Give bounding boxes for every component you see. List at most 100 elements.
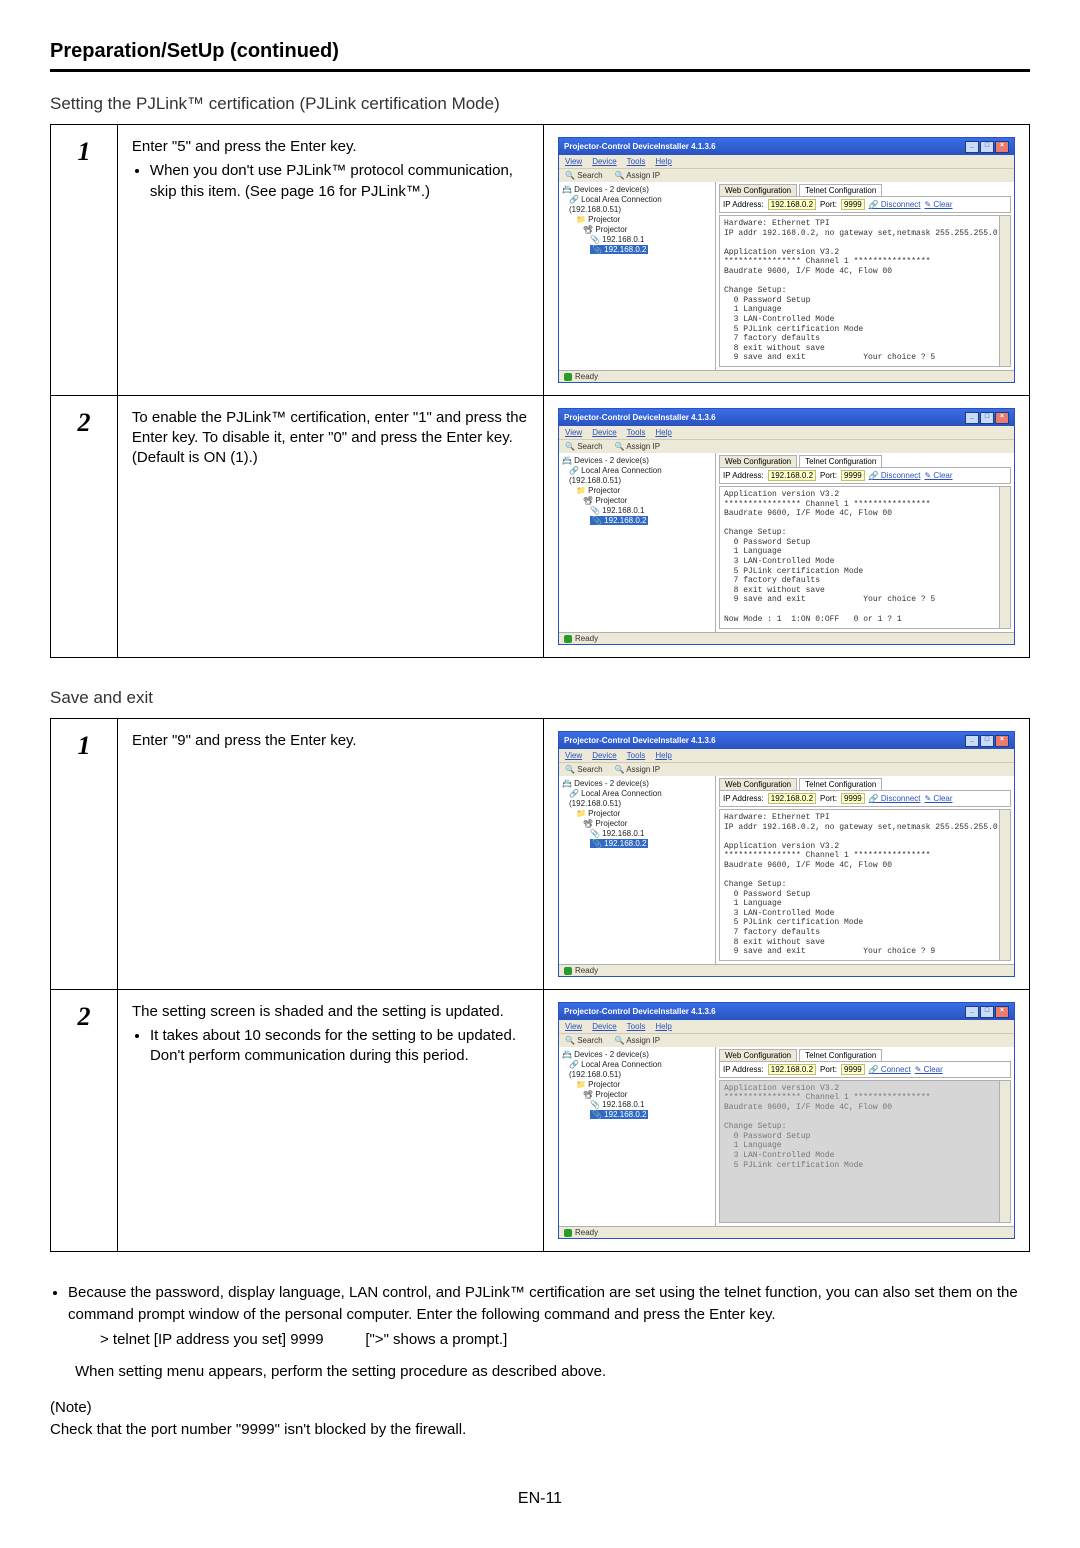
- menu-item[interactable]: Tools: [627, 1022, 646, 1031]
- menu-item[interactable]: Device: [592, 1022, 616, 1031]
- tree-ip2[interactable]: 📎 192.168.0.2: [590, 245, 712, 255]
- ip-field[interactable]: 192.168.0.2: [768, 199, 816, 210]
- close-icon[interactable]: ×: [995, 412, 1009, 424]
- connect-link[interactable]: 🔗 Connect: [869, 1065, 911, 1074]
- toolbar-search[interactable]: Search: [565, 765, 603, 774]
- device-tree[interactable]: 📇 Devices - 2 device(s) 🔗 Local Area Con…: [559, 776, 716, 964]
- port-field[interactable]: 9999: [841, 1064, 865, 1075]
- maximize-icon[interactable]: □: [980, 1006, 994, 1018]
- close-icon[interactable]: ×: [995, 1006, 1009, 1018]
- connect-link[interactable]: 🔗 Disconnect: [869, 471, 921, 480]
- tree-ip2[interactable]: 📎 192.168.0.2: [590, 516, 712, 526]
- menu-item[interactable]: Device: [592, 157, 616, 166]
- tree-node[interactable]: 📽 Projector: [583, 225, 712, 235]
- ip-field[interactable]: 192.168.0.2: [768, 470, 816, 481]
- connect-link[interactable]: 🔗 Disconnect: [869, 794, 921, 803]
- tree-ip1[interactable]: 📎 192.168.0.1: [590, 506, 712, 516]
- tree-folder[interactable]: 📁 Projector: [576, 215, 712, 225]
- clear-link[interactable]: ✎ Clear: [925, 200, 953, 209]
- device-tree[interactable]: 📇 Devices - 2 device(s) 🔗 Local Area Con…: [559, 1047, 716, 1226]
- tree-root[interactable]: 📇 Devices - 2 device(s): [562, 456, 712, 466]
- toolbar-assign-ip[interactable]: Assign IP: [615, 442, 661, 451]
- tree-node[interactable]: 📽 Projector: [583, 1090, 712, 1100]
- toolbar-assign-ip[interactable]: Assign IP: [615, 171, 661, 180]
- ip-field[interactable]: 192.168.0.2: [768, 1064, 816, 1075]
- maximize-icon[interactable]: □: [980, 141, 994, 153]
- tree-conn[interactable]: 🔗 Local Area Connection (192.168.0.51): [569, 195, 712, 215]
- tab-telnet[interactable]: Telnet Configuration: [799, 778, 882, 790]
- tab-web[interactable]: Web Configuration: [719, 455, 797, 467]
- minimize-icon[interactable]: _: [965, 735, 979, 747]
- tree-ip2[interactable]: 📎 192.168.0.2: [590, 1110, 712, 1120]
- toolbar-search[interactable]: Search: [565, 1036, 603, 1045]
- tree-node[interactable]: 📽 Projector: [583, 496, 712, 506]
- device-tree[interactable]: 📇 Devices - 2 device(s) 🔗 Local Area Con…: [559, 453, 716, 632]
- menu-item[interactable]: Help: [655, 751, 671, 760]
- tab-telnet[interactable]: Telnet Configuration: [799, 1049, 882, 1061]
- menu-item[interactable]: Help: [655, 1022, 671, 1031]
- ip-label: IP Address:: [723, 471, 764, 480]
- tree-folder[interactable]: 📁 Projector: [576, 486, 712, 496]
- tree-conn[interactable]: 🔗 Local Area Connection (192.168.0.51): [569, 789, 712, 809]
- port-field[interactable]: 9999: [841, 793, 865, 804]
- tab-web[interactable]: Web Configuration: [719, 778, 797, 790]
- tree-conn[interactable]: 🔗 Local Area Connection (192.168.0.51): [569, 1060, 712, 1080]
- minimize-icon[interactable]: _: [965, 412, 979, 424]
- menu-item[interactable]: Tools: [627, 751, 646, 760]
- telnet-command: > telnet [IP address you set] 9999: [100, 1331, 324, 1348]
- tab-web[interactable]: Web Configuration: [719, 184, 797, 196]
- minimize-icon[interactable]: _: [965, 1006, 979, 1018]
- tree-ip1[interactable]: 📎 192.168.0.1: [590, 1100, 712, 1110]
- scrollbar[interactable]: [999, 810, 1010, 960]
- tree-root[interactable]: 📇 Devices - 2 device(s): [562, 1050, 712, 1060]
- maximize-icon[interactable]: □: [980, 735, 994, 747]
- clear-link[interactable]: ✎ Clear: [925, 794, 953, 803]
- device-tree[interactable]: 📇 Devices - 2 device(s) 🔗 Local Area Con…: [559, 182, 716, 370]
- app-window: Projector-Control DeviceInstaller 4.1.3.…: [558, 408, 1015, 645]
- ip-field[interactable]: 192.168.0.2: [768, 793, 816, 804]
- close-icon[interactable]: ×: [995, 735, 1009, 747]
- tree-root[interactable]: 📇 Devices - 2 device(s): [562, 185, 712, 195]
- tree-ip2[interactable]: 📎 192.168.0.2: [590, 839, 712, 849]
- toolbar-search[interactable]: Search: [565, 171, 603, 180]
- terminal-output[interactable]: Hardware: Ethernet TPI IP addr 192.168.0…: [719, 215, 1011, 367]
- menu-item[interactable]: View: [565, 751, 582, 760]
- tab-telnet[interactable]: Telnet Configuration: [799, 455, 882, 467]
- terminal-output[interactable]: Hardware: Ethernet TPI IP addr 192.168.0…: [719, 809, 1011, 961]
- tree-node[interactable]: 📽 Projector: [583, 819, 712, 829]
- tree-folder[interactable]: 📁 Projector: [576, 1080, 712, 1090]
- port-field[interactable]: 9999: [841, 199, 865, 210]
- menu-item[interactable]: Device: [592, 428, 616, 437]
- port-field[interactable]: 9999: [841, 470, 865, 481]
- menu-item[interactable]: View: [565, 1022, 582, 1031]
- menu-item[interactable]: Device: [592, 751, 616, 760]
- tree-ip1[interactable]: 📎 192.168.0.1: [590, 235, 712, 245]
- tree-conn[interactable]: 🔗 Local Area Connection (192.168.0.51): [569, 466, 712, 486]
- close-icon[interactable]: ×: [995, 141, 1009, 153]
- toolbar-search[interactable]: Search: [565, 442, 603, 451]
- menu-item[interactable]: Tools: [627, 428, 646, 437]
- tab-web[interactable]: Web Configuration: [719, 1049, 797, 1061]
- terminal-output[interactable]: Application version V3.2 ***************…: [719, 1080, 1011, 1223]
- menu-item[interactable]: View: [565, 157, 582, 166]
- clear-link[interactable]: ✎ Clear: [925, 471, 953, 480]
- menu-item[interactable]: Help: [655, 157, 671, 166]
- toolbar-assign-ip[interactable]: Assign IP: [615, 765, 661, 774]
- tab-telnet[interactable]: Telnet Configuration: [799, 184, 882, 196]
- menu-item[interactable]: Tools: [627, 157, 646, 166]
- connect-link[interactable]: 🔗 Disconnect: [869, 200, 921, 209]
- tree-folder[interactable]: 📁 Projector: [576, 809, 712, 819]
- toolbar-assign-ip[interactable]: Assign IP: [615, 1036, 661, 1045]
- menubar: View Device Tools Help: [559, 1020, 1014, 1033]
- minimize-icon[interactable]: _: [965, 141, 979, 153]
- menu-item[interactable]: View: [565, 428, 582, 437]
- terminal-output[interactable]: Application version V3.2 ***************…: [719, 486, 1011, 629]
- scrollbar[interactable]: [999, 487, 1010, 628]
- maximize-icon[interactable]: □: [980, 412, 994, 424]
- scrollbar[interactable]: [999, 1081, 1010, 1222]
- tree-root[interactable]: 📇 Devices - 2 device(s): [562, 779, 712, 789]
- menu-item[interactable]: Help: [655, 428, 671, 437]
- scrollbar[interactable]: [999, 216, 1010, 366]
- clear-link[interactable]: ✎ Clear: [915, 1065, 943, 1074]
- tree-ip1[interactable]: 📎 192.168.0.1: [590, 829, 712, 839]
